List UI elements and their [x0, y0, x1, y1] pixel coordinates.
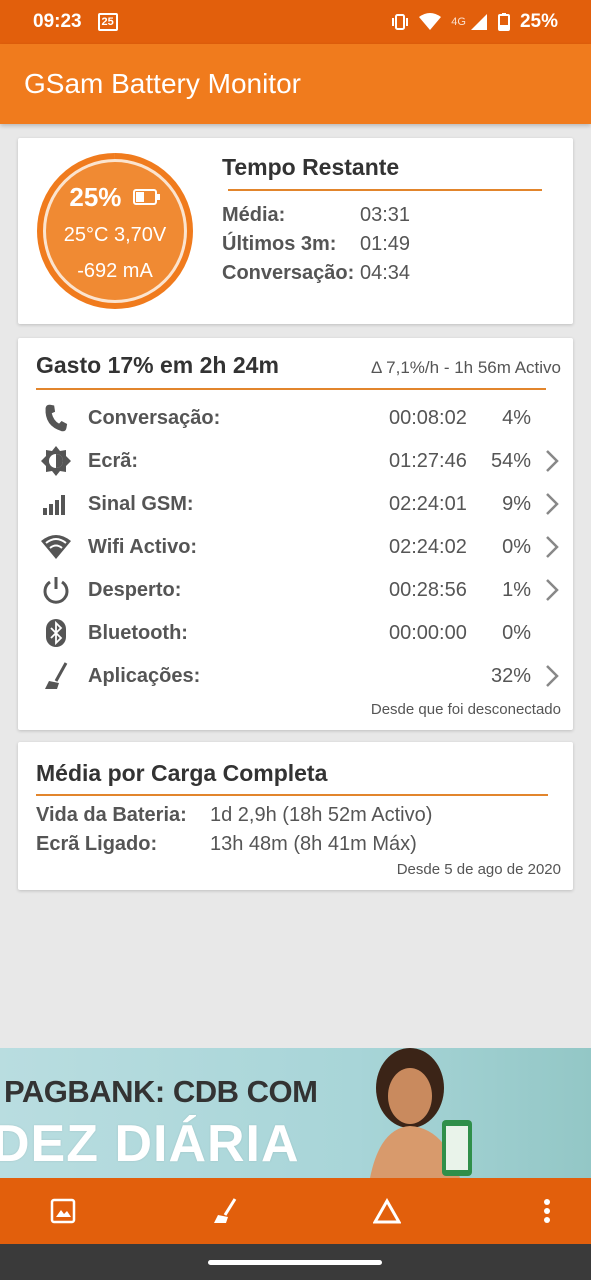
wifi-status-icon: [419, 13, 442, 30]
usage-row-ecra[interactable]: Ecrã: 01:27:46 54%: [38, 441, 563, 481]
phone-icon: [38, 400, 74, 436]
usage-card: Gasto 17% em 2h 24m Δ 7,1%/h - 1h 56m Ac…: [18, 338, 573, 730]
usage-row-wifi[interactable]: Wifi Activo: 02:24:02 0%: [38, 527, 563, 567]
chevron-right-icon[interactable]: [545, 578, 559, 602]
chevron-right-icon[interactable]: [545, 449, 559, 473]
remaining-row: Média: 03:31: [222, 201, 552, 230]
battery-summary-card[interactable]: 25% 25°C 3,70V -692 mA Tempo Restante Mé…: [18, 138, 573, 324]
battery-percent: 25%: [36, 182, 194, 213]
battery-status-icon: [497, 13, 510, 31]
ad-line-1: PAGBANK: CDB COM: [4, 1074, 318, 1109]
app-title: GSam Battery Monitor: [24, 68, 301, 99]
network-type: 4G: [451, 16, 466, 28]
remaining-row: Conversação: 04:34: [222, 259, 552, 288]
remaining-label: Conversação:: [222, 262, 355, 284]
remaining-value: 04:34: [360, 262, 411, 284]
cell-signal-icon: [470, 14, 487, 30]
usage-time: 00:08:02: [389, 406, 467, 429]
usage-percent: 1%: [502, 578, 531, 601]
calendar-icon: 25: [97, 13, 118, 31]
screen-on-label: Ecrã Ligado:: [36, 833, 158, 855]
divider: [228, 189, 542, 191]
ad-person-image: [370, 1048, 472, 1178]
battery-icon: [132, 189, 160, 205]
temp-voltage: 25°C 3,70V: [63, 224, 167, 246]
usage-label: Aplicações:: [88, 664, 201, 687]
system-nav-bar: [0, 1244, 591, 1280]
ad-line-2: DEZ DIÁRIA: [0, 1115, 300, 1173]
bluetooth-icon: [38, 615, 74, 651]
broom-icon: [38, 658, 74, 694]
power-icon: [38, 572, 74, 608]
usage-row-bluetooth: Bluetooth: 00:00:00 0%: [38, 613, 563, 653]
app-bar: GSam Battery Monitor: [0, 44, 591, 124]
usage-row-aplicacoes[interactable]: Aplicações: 32%: [38, 656, 563, 696]
screen-on-row: Ecrã Ligado: 13h 48m (8h 41m Máx): [36, 833, 417, 856]
image-icon[interactable]: [46, 1194, 80, 1228]
usage-label: Ecrã:: [88, 449, 139, 472]
usage-label: Conversação:: [88, 406, 221, 429]
battery-life-label: Vida da Bateria:: [36, 804, 187, 826]
broom-icon[interactable]: [208, 1194, 242, 1228]
divider: [36, 388, 546, 390]
usage-label: Sinal GSM:: [88, 492, 194, 515]
status-bar: 09:23 25 4G 25%: [0, 0, 591, 44]
remaining-value: 01:49: [360, 233, 411, 255]
status-battery-text: 25%: [519, 11, 558, 32]
status-time: 09:23: [33, 11, 82, 32]
wifi-icon: [38, 529, 74, 565]
chevron-right-icon[interactable]: [545, 535, 559, 559]
battery-life-row: Vida da Bateria: 1d 2,9h (18h 52m Activo…: [36, 804, 432, 827]
signal-bars-icon: [38, 486, 74, 522]
usage-percent: 0%: [502, 535, 531, 558]
remaining-value: 03:31: [360, 204, 411, 226]
battery-life-value: 1d 2,9h (18h 52m Activo): [210, 804, 433, 826]
usage-title: Gasto 17% em 2h 24m: [36, 352, 279, 378]
usage-label: Wifi Activo:: [88, 535, 198, 558]
usage-time: 00:28:56: [389, 578, 467, 601]
usage-percent: 54%: [490, 449, 531, 472]
usage-row-desperto[interactable]: Desperto: 00:28:56 1%: [38, 570, 563, 610]
usage-time: 01:27:46: [389, 449, 467, 472]
time-remaining-title: Tempo Restante: [222, 154, 400, 180]
usage-percent: 32%: [490, 664, 531, 687]
usage-label: Desperto:: [88, 578, 182, 601]
usage-delta: Δ 7,1%/h - 1h 56m Activo: [371, 358, 561, 377]
full-charge-since-text: Desde 5 de ago de 2020: [396, 861, 561, 878]
usage-label: Bluetooth:: [88, 621, 188, 644]
screen-on-value: 13h 48m (8h 41m Máx): [210, 833, 417, 855]
ad-banner[interactable]: PAGBANK: CDB COM DEZ DIÁRIA: [0, 1048, 591, 1178]
battery-current: -692 mA: [77, 260, 153, 282]
home-gesture-handle[interactable]: [208, 1260, 382, 1265]
remaining-label: Últimos 3m:: [222, 233, 337, 255]
chevron-right-icon[interactable]: [545, 492, 559, 516]
usage-percent: 0%: [502, 621, 531, 644]
usage-since-text: Desde que foi desconectado: [370, 701, 561, 718]
brightness-icon: [38, 443, 74, 479]
vibrate-icon: [392, 14, 409, 30]
remaining-row: Últimos 3m: 01:49: [222, 230, 552, 259]
full-charge-title: Média por Carga Completa: [36, 760, 328, 786]
bottom-action-bar: [0, 1178, 591, 1244]
usage-percent: 4%: [502, 406, 531, 429]
usage-percent: 9%: [502, 492, 531, 515]
divider: [36, 794, 548, 796]
triangle-icon[interactable]: [370, 1194, 404, 1228]
usage-time: 02:24:01: [389, 492, 467, 515]
more-vert-icon[interactable]: [530, 1194, 564, 1228]
usage-time: 00:00:00: [389, 621, 467, 644]
full-charge-card: Média por Carga Completa Vida da Bateria…: [18, 742, 573, 890]
gauge-readout: 25% 25°C 3,70V -692 mA: [36, 152, 194, 310]
remaining-label: Média:: [222, 204, 286, 226]
usage-row-conversacao: Conversação: 00:08:02 4%: [38, 398, 563, 438]
chevron-right-icon[interactable]: [545, 664, 559, 688]
usage-row-sinal-gsm[interactable]: Sinal GSM: 02:24:01 9%: [38, 484, 563, 524]
usage-time: 02:24:02: [389, 535, 467, 558]
